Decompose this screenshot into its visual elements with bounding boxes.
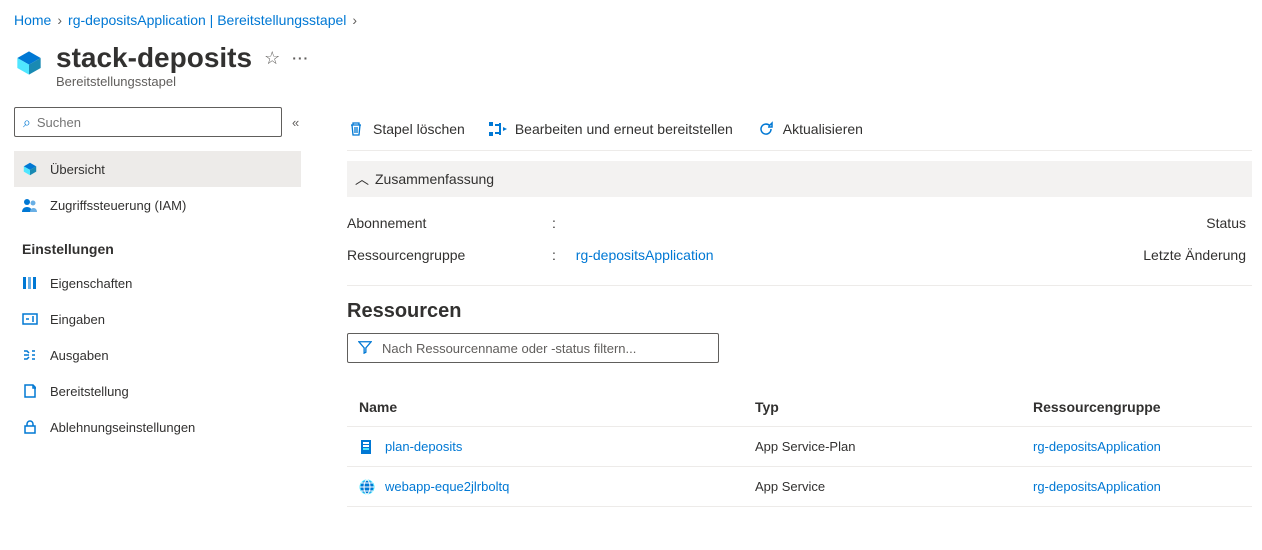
- table-header: Name Typ Ressourcengruppe: [347, 387, 1252, 427]
- people-icon: [22, 197, 38, 213]
- chevron-up-icon: ︿: [355, 169, 369, 189]
- page-subtitle: Bereitstellungsstapel: [56, 74, 309, 89]
- chevron-right-icon: ›: [352, 12, 357, 28]
- filter-icon: [358, 340, 372, 357]
- chevron-right-icon: ›: [57, 12, 62, 28]
- trash-icon: [347, 121, 365, 137]
- resource-name-link[interactable]: webapp-eque2jlrboltq: [385, 479, 509, 494]
- delete-stack-button[interactable]: Stapel löschen: [347, 121, 465, 137]
- sidebar-item-label: Ausgaben: [50, 348, 109, 363]
- filter-placeholder: Nach Ressourcenname oder -status filtern…: [382, 341, 636, 356]
- sidebar-item-outputs[interactable]: Ausgaben: [14, 337, 301, 373]
- summary-status-label: Status: [1206, 215, 1246, 231]
- sidebar-item-label: Bereitstellung: [50, 384, 129, 399]
- page-title: stack-deposits: [56, 42, 252, 74]
- sidebar-section-settings: Einstellungen: [14, 223, 301, 265]
- sidebar-item-label: Ablehnungseinstellungen: [50, 420, 195, 435]
- resource-type: App Service: [755, 479, 1033, 494]
- sidebar-item-iam[interactable]: Zugriffssteuerung (IAM): [14, 187, 301, 223]
- sidebar-item-label: Übersicht: [50, 162, 105, 177]
- breadcrumb-rg[interactable]: rg-depositsApplication | Bereitstellungs…: [68, 12, 346, 28]
- button-label: Stapel löschen: [373, 121, 465, 137]
- search-icon: ⌕: [23, 114, 31, 131]
- sidebar-item-label: Eigenschaften: [50, 276, 132, 291]
- edit-redeploy-button[interactable]: Bearbeiten und erneut bereitstellen: [489, 121, 733, 137]
- sidebar-item-deployment[interactable]: Bereitstellung: [14, 373, 301, 409]
- button-label: Aktualisieren: [783, 121, 863, 137]
- sidebar-item-label: Zugriffssteuerung (IAM): [50, 198, 186, 213]
- deployment-icon: [22, 383, 38, 399]
- col-type[interactable]: Typ: [755, 399, 1033, 415]
- sidebar-item-deny[interactable]: Ablehnungseinstellungen: [14, 409, 301, 445]
- summary-rg-label: Ressourcengruppe: [347, 247, 552, 263]
- summary-lastchange-label: Letzte Änderung: [1143, 247, 1246, 263]
- colon: :: [552, 215, 556, 231]
- resource-type: App Service-Plan: [755, 439, 1033, 454]
- resources-filter-input[interactable]: Nach Ressourcenname oder -status filtern…: [347, 333, 719, 363]
- deploy-icon: [489, 121, 507, 137]
- summary-toggle[interactable]: ︿ Zusammenfassung: [347, 161, 1252, 197]
- col-name[interactable]: Name: [359, 399, 755, 415]
- summary-panel: Abonnement : Status Ressourcengruppe : r…: [347, 197, 1252, 286]
- more-menu-button[interactable]: ···: [292, 50, 309, 66]
- refresh-button[interactable]: Aktualisieren: [757, 121, 863, 137]
- main-content: Stapel löschen Bearbeiten und erneut ber…: [311, 107, 1262, 507]
- stack-icon: [14, 48, 44, 78]
- sidebar-item-properties[interactable]: Eigenschaften: [14, 265, 301, 301]
- outputs-icon: [22, 347, 38, 363]
- inputs-icon: [22, 311, 38, 327]
- refresh-icon: [757, 121, 775, 137]
- col-rg[interactable]: Ressourcengruppe: [1033, 399, 1240, 415]
- resource-rg-link[interactable]: rg-depositsApplication: [1033, 439, 1161, 454]
- resources-heading: Ressourcen: [347, 300, 1252, 323]
- resources-table: Name Typ Ressourcengruppe plan-deposits …: [347, 387, 1252, 507]
- summary-subscription-label: Abonnement: [347, 215, 552, 231]
- resource-name-link[interactable]: plan-deposits: [385, 439, 462, 454]
- search-box[interactable]: ⌕: [14, 107, 282, 137]
- sidebar: ⌕ « Übersicht Zugriffssteuerung (IAM) Ei…: [0, 107, 311, 507]
- summary-title: Zusammenfassung: [375, 171, 494, 187]
- breadcrumb: Home › rg-depositsApplication | Bereitst…: [0, 0, 1262, 34]
- sidebar-item-label: Eingaben: [50, 312, 105, 327]
- colon: :: [552, 247, 556, 263]
- resource-rg-link[interactable]: rg-depositsApplication: [1033, 479, 1161, 494]
- lock-icon: [22, 419, 38, 435]
- sidebar-item-inputs[interactable]: Eingaben: [14, 301, 301, 337]
- sidebar-item-overview[interactable]: Übersicht: [14, 151, 301, 187]
- button-label: Bearbeiten und erneut bereitstellen: [515, 121, 733, 137]
- collapse-sidebar-button[interactable]: «: [292, 115, 299, 130]
- page-header: stack-deposits ☆ ··· Bereitstellungsstap…: [0, 34, 1262, 107]
- favorite-star-icon[interactable]: ☆: [264, 48, 280, 69]
- summary-rg-link[interactable]: rg-depositsApplication: [576, 247, 714, 263]
- cube-icon: [22, 161, 38, 177]
- breadcrumb-home[interactable]: Home: [14, 12, 51, 28]
- properties-icon: [22, 275, 38, 291]
- app-service-icon: [359, 479, 375, 495]
- table-row: plan-deposits App Service-Plan rg-deposi…: [347, 427, 1252, 467]
- command-bar: Stapel löschen Bearbeiten und erneut ber…: [347, 107, 1252, 151]
- app-service-plan-icon: [359, 439, 375, 455]
- table-row: webapp-eque2jlrboltq App Service rg-depo…: [347, 467, 1252, 507]
- search-input[interactable]: [37, 115, 273, 130]
